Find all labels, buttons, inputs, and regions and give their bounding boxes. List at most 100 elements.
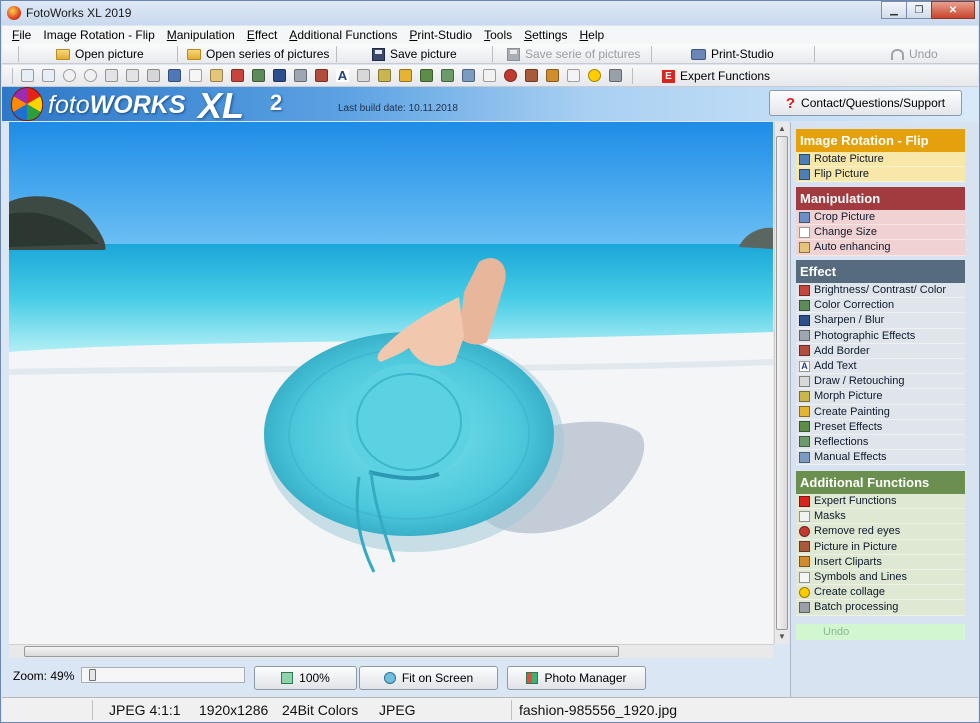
stack-icon[interactable] [147, 69, 160, 82]
vertical-scroll-thumb[interactable] [776, 136, 788, 630]
panel-item-change-size[interactable]: Change Size [796, 225, 965, 241]
menu-effect[interactable]: Effect [247, 26, 277, 44]
menu-accel: H [579, 28, 589, 42]
rotate-ccw-icon[interactable] [63, 69, 76, 82]
scroll-down-icon[interactable]: ▼ [777, 632, 787, 642]
photo-manager-button[interactable]: Photo Manager [507, 666, 646, 690]
save-picture-button[interactable]: Save picture [372, 45, 457, 63]
painting-icon[interactable] [399, 69, 412, 82]
undo-button[interactable]: Undo [891, 45, 938, 63]
manipulation-section-header[interactable]: Manipulation [796, 187, 965, 210]
panel-item-color-correction[interactable]: Color Correction [796, 298, 965, 314]
brightness-icon[interactable] [231, 69, 244, 82]
panel-item-preset-effects[interactable]: Preset Effects [796, 419, 965, 435]
red-eye-icon[interactable] [504, 69, 517, 82]
panel-item-remove-red-eyes[interactable]: Remove red eyes [796, 524, 965, 540]
effect-section-header[interactable]: Effect [796, 260, 965, 283]
preset-effects-icon[interactable] [420, 69, 433, 82]
panel-item-manual-effects[interactable]: Manual Effects [796, 450, 965, 466]
open-picture-button[interactable]: Open picture [56, 45, 144, 63]
flip-vertical-icon[interactable] [105, 69, 118, 82]
image-canvas[interactable] [9, 122, 773, 644]
draw-icon[interactable] [357, 69, 370, 82]
panel-item-auto-enhancing[interactable]: Auto enhancing [796, 240, 965, 256]
menu-help[interactable]: Help [579, 26, 604, 44]
menu-additional-functions[interactable]: Additional Functions [289, 26, 397, 44]
save-series-button[interactable]: Save serie of pictures [507, 45, 640, 63]
menu-print-studio[interactable]: Print-Studio [409, 26, 472, 44]
rotate-right-icon[interactable] [42, 69, 55, 82]
panel-item-symbols-lines[interactable]: Symbols and Lines [796, 569, 965, 586]
panel-item-label: Photographic Effects [814, 329, 916, 342]
close-button[interactable]: ✕ [931, 1, 975, 19]
minimize-button[interactable]: ▁ [881, 1, 907, 19]
border-icon[interactable] [315, 69, 328, 82]
horizontal-scrollbar[interactable] [9, 644, 773, 658]
menu-manipulation[interactable]: Manipulation [167, 26, 235, 44]
masks-icon [799, 510, 810, 522]
menu-label: ffect [254, 28, 278, 42]
panel-item-sharpen-blur[interactable]: Sharpen / Blur [796, 313, 965, 329]
symbols-icon[interactable] [567, 69, 580, 82]
sharpen-icon[interactable] [273, 69, 286, 82]
morph-icon[interactable] [378, 69, 391, 82]
panel-item-label: Change Size [814, 226, 877, 239]
panel-item-flip-picture[interactable]: Flip Picture [796, 167, 965, 183]
panel-item-create-painting[interactable]: Create Painting [796, 404, 965, 420]
zoom-100-icon [281, 672, 294, 684]
scroll-up-icon[interactable]: ▲ [777, 124, 787, 134]
photo-effects-icon[interactable] [294, 69, 307, 82]
fit-on-screen-button[interactable]: Fit on Screen [359, 666, 498, 690]
horizontal-scroll-thumb[interactable] [24, 646, 619, 657]
brand-logo-version: 2 [270, 90, 283, 115]
photo-manager-label: Photo Manager [544, 671, 627, 685]
contact-support-button[interactable]: ? Contact/Questions/Support [769, 90, 962, 116]
expert-functions-button[interactable]: E Expert Functions [662, 67, 770, 85]
panel-item-rotate-picture[interactable]: Rotate Picture [796, 152, 965, 168]
zoom-slider[interactable] [81, 667, 245, 683]
vertical-scrollbar[interactable]: ▲ ▼ [774, 122, 789, 644]
zoom-slider-handle[interactable] [89, 669, 96, 681]
panel-undo-button[interactable]: Undo [796, 624, 965, 640]
panel-item-reflections[interactable]: Reflections [796, 434, 965, 451]
menu-tools[interactable]: Tools [484, 26, 512, 44]
panel-item-brightness[interactable]: Brightness/ Contrast/ Color [796, 283, 965, 299]
panel-item-picture-in-picture[interactable]: Picture in Picture [796, 539, 965, 555]
panel-item-morph-picture[interactable]: Morph Picture [796, 389, 965, 405]
color-correction-icon[interactable] [252, 69, 265, 82]
zoom-100-button[interactable]: 100% [254, 666, 357, 690]
panel-item-expert-functions[interactable]: Expert Functions [796, 494, 965, 510]
crop-icon[interactable] [189, 69, 202, 82]
menu-settings[interactable]: Settings [524, 26, 567, 44]
panel-item-batch-processing[interactable]: Batch processing [796, 600, 965, 616]
masks-icon[interactable] [483, 69, 496, 82]
toolbar-separator [177, 46, 178, 62]
rotate-left-icon[interactable] [21, 69, 34, 82]
open-series-button[interactable]: Open series of pictures [187, 45, 329, 63]
add-text-icon[interactable]: A [336, 69, 349, 82]
panel-item-masks[interactable]: Masks [796, 509, 965, 525]
panel-item-add-border[interactable]: Add Border [796, 343, 965, 359]
panel-item-crop-picture[interactable]: Crop Picture [796, 210, 965, 226]
panel-item-draw-retouching[interactable]: Draw / Retouching [796, 374, 965, 390]
print-studio-button[interactable]: Print-Studio [691, 45, 774, 63]
panel-item-photographic-effects[interactable]: Photographic Effects [796, 328, 965, 344]
panel-item-add-text[interactable]: A Add Text [796, 358, 965, 375]
auto-enhance-icon[interactable] [210, 69, 223, 82]
collage-star-icon[interactable] [588, 69, 601, 82]
rotate-cw-icon[interactable] [84, 69, 97, 82]
panel-item-insert-cliparts[interactable]: Insert Cliparts [796, 554, 965, 570]
panel-item-create-collage[interactable]: Create collage [796, 585, 965, 601]
additional-functions-section-header[interactable]: Additional Functions [796, 471, 965, 494]
batch-icon[interactable] [609, 69, 622, 82]
flip-horizontal-icon[interactable] [126, 69, 139, 82]
menu-file[interactable]: File [12, 26, 31, 44]
rotation-section-header[interactable]: Image Rotation - Flip [796, 129, 965, 152]
clipart-icon[interactable] [546, 69, 559, 82]
menu-image-rotation[interactable]: Image Rotation - Flip [43, 26, 154, 44]
reflections-icon[interactable] [441, 69, 454, 82]
scissors-icon[interactable] [168, 69, 181, 82]
picture-in-picture-icon[interactable] [525, 69, 538, 82]
maximize-button[interactable]: ❐ [906, 1, 932, 19]
manual-effects-icon[interactable] [462, 69, 475, 82]
